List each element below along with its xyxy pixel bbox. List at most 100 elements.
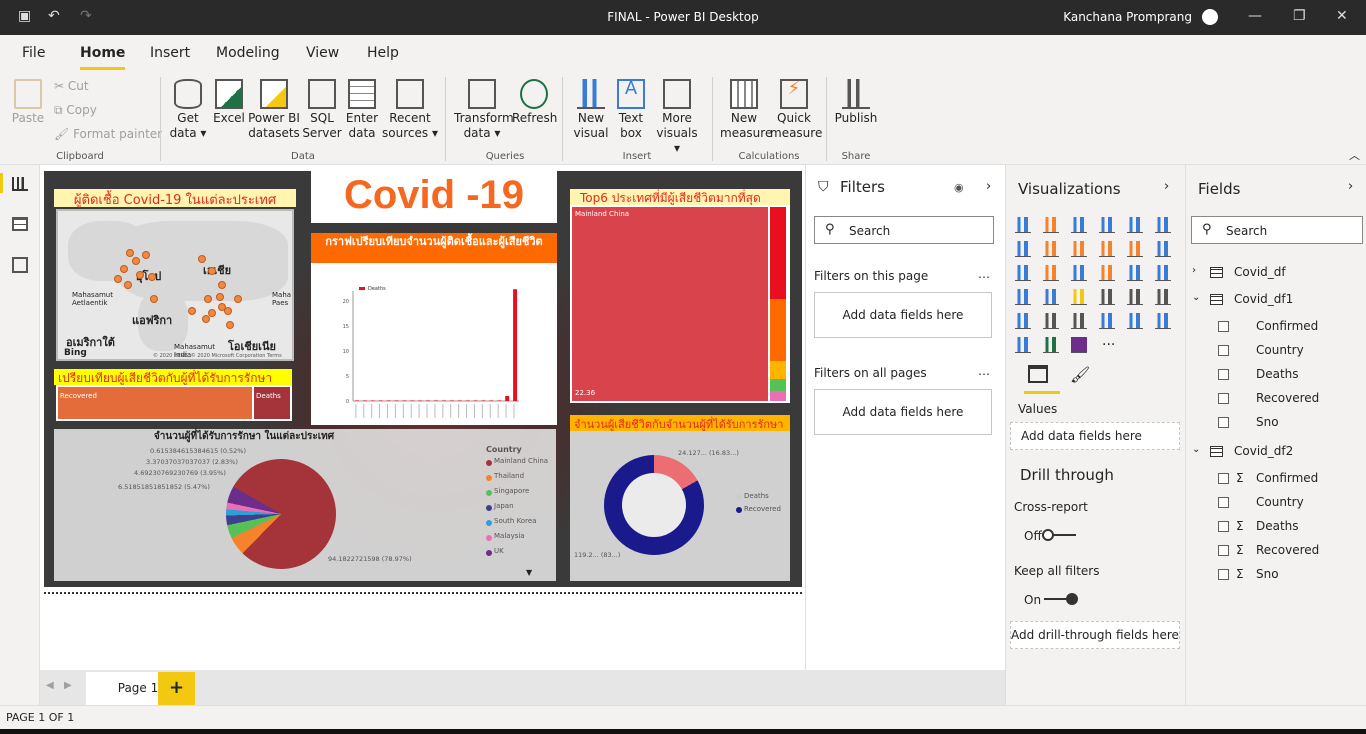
data-view-icon[interactable] — [12, 217, 28, 231]
quick-measure-button[interactable]: ⚡ Quick measure — [770, 79, 822, 141]
map-bubble[interactable] — [216, 293, 224, 301]
clustered-column-icon[interactable] — [1099, 217, 1115, 233]
line-chart-icon[interactable] — [1015, 241, 1031, 257]
more-options-icon[interactable]: … — [978, 364, 990, 378]
tab-insert[interactable]: Insert — [150, 45, 190, 61]
new-visual-button[interactable]: New visual — [572, 79, 610, 141]
values-drop-zone[interactable]: Add data fields here — [1010, 422, 1180, 450]
map-bubble[interactable] — [224, 307, 232, 315]
field-item[interactable]: Sno — [1256, 415, 1279, 429]
funnel-icon[interactable] — [1043, 265, 1059, 281]
pie-legend-item[interactable]: Thailand — [494, 472, 524, 480]
text-box-button[interactable]: A Text box — [614, 79, 648, 141]
model-view-icon[interactable] — [12, 257, 28, 273]
field-item[interactable]: Recovered — [1256, 391, 1319, 405]
cut-button[interactable]: ✂ Cut — [54, 79, 89, 94]
tab-help[interactable]: Help — [367, 45, 399, 61]
treemap-icon[interactable] — [1155, 265, 1171, 281]
table-icon[interactable] — [1043, 313, 1059, 329]
fields-search-input[interactable]: ⚲ Search — [1191, 216, 1363, 244]
collapse-fields-icon[interactable]: › — [1348, 179, 1353, 194]
map-bubble[interactable] — [234, 295, 242, 303]
map-bubble[interactable] — [202, 315, 210, 323]
donut-icon[interactable] — [1127, 265, 1143, 281]
field-checkbox[interactable] — [1218, 369, 1229, 380]
recent-sources-button[interactable]: Recent sources ▾ — [382, 79, 438, 141]
table-name[interactable]: Covid_df — [1234, 265, 1286, 279]
expand-icon[interactable]: › — [1192, 265, 1196, 276]
pie-legend-item[interactable]: Japan — [494, 502, 514, 510]
enter-data-button[interactable]: Enter data — [344, 79, 380, 141]
tab-file[interactable]: File — [22, 45, 45, 61]
field-item[interactable]: Confirmed — [1256, 319, 1318, 333]
publish-button[interactable]: Publish — [834, 79, 878, 126]
multirow-card-icon[interactable] — [1127, 289, 1143, 305]
map-bubble[interactable] — [204, 295, 212, 303]
tab-view[interactable]: View — [306, 45, 339, 61]
field-checkbox[interactable] — [1218, 321, 1229, 332]
scroll-down-icon[interactable]: ▼ — [526, 568, 532, 577]
stacked-column-icon[interactable] — [1043, 217, 1059, 233]
field-checkbox[interactable] — [1218, 473, 1229, 484]
eye-icon[interactable]: ◉ — [954, 181, 964, 194]
field-item[interactable]: Deaths — [1256, 519, 1299, 533]
kpi-icon[interactable] — [1155, 289, 1171, 305]
field-item[interactable]: Country — [1256, 495, 1304, 509]
map-bubble[interactable] — [132, 257, 140, 265]
donut-visual[interactable]: 24.127... (16.83...) 119.2... (83...) De… — [570, 431, 790, 581]
gauge-icon[interactable] — [1071, 289, 1087, 305]
map-bubble[interactable] — [114, 275, 122, 283]
close-icon[interactable]: ✕ — [1336, 8, 1348, 24]
excel-button[interactable]: Excel — [212, 79, 246, 126]
collapse-ribbon-icon[interactable]: ︿ — [1349, 147, 1360, 163]
next-page-icon[interactable]: ▶ — [64, 680, 72, 691]
field-checkbox[interactable] — [1218, 417, 1229, 428]
filled-map-icon[interactable] — [1043, 289, 1059, 305]
format-tab-icon[interactable]: 🖌 — [1070, 365, 1090, 384]
field-item[interactable]: Deaths — [1256, 367, 1299, 381]
pie-legend-item[interactable]: Singapore — [494, 487, 529, 495]
100-bar-icon[interactable] — [1127, 217, 1143, 233]
table-name[interactable]: Covid_df1 — [1234, 292, 1293, 306]
map-visual[interactable]: ยุโรป เอเชีย แอฟริกา อเมริกาใต้ โอเชียเน… — [56, 209, 294, 361]
all-pages-filter-drop-zone[interactable]: Add data fields here — [814, 389, 992, 435]
area-chart-icon[interactable] — [1043, 241, 1059, 257]
ribbon-chart-icon[interactable] — [1155, 241, 1171, 257]
pie-chart-visual[interactable]: จำนวนผู้ที่ได้รับการรักษา ในแต่ละประเทศ … — [54, 429, 556, 587]
format-painter-button[interactable]: 🖌 Format painter — [54, 127, 162, 142]
map-bubble[interactable] — [136, 271, 144, 279]
get-data-button[interactable]: Get data ▾ — [168, 79, 208, 141]
map-icon[interactable] — [1015, 289, 1031, 305]
map-bubble[interactable] — [198, 255, 206, 263]
keep-filters-toggle[interactable] — [1044, 593, 1078, 605]
qa-icon[interactable] — [1015, 337, 1031, 353]
copy-button[interactable]: ⧉ Copy — [54, 103, 97, 118]
expand-icon[interactable]: ⌄ — [1192, 444, 1200, 455]
paste-button[interactable]: Paste — [10, 79, 46, 126]
waterfall-icon[interactable] — [1015, 265, 1031, 281]
matrix-icon[interactable] — [1071, 313, 1087, 329]
field-checkbox[interactable] — [1218, 393, 1229, 404]
tab-home[interactable]: Home — [80, 45, 126, 70]
sql-server-button[interactable]: SQL Server — [302, 79, 342, 141]
clustered-bar-icon[interactable] — [1071, 217, 1087, 233]
pie-legend-item[interactable]: South Korea — [494, 517, 536, 525]
field-checkbox[interactable] — [1218, 497, 1229, 508]
map-bubble[interactable] — [148, 273, 156, 281]
more-visuals-icon[interactable]: ··· — [1102, 337, 1115, 353]
pbi-datasets-button[interactable]: Power BI datasets — [248, 79, 300, 141]
field-item[interactable]: Sno — [1256, 567, 1279, 581]
collapse-viz-icon[interactable]: › — [1164, 179, 1169, 194]
map-bubble[interactable] — [150, 295, 158, 303]
100-column-icon[interactable] — [1155, 217, 1171, 233]
map-bubble[interactable] — [226, 321, 234, 329]
map-bubble[interactable] — [218, 281, 226, 289]
add-page-button[interactable]: + — [158, 672, 195, 705]
fields-tab-icon[interactable] — [1028, 365, 1048, 383]
field-item[interactable]: Recovered — [1256, 543, 1319, 557]
line-clustered-icon[interactable] — [1127, 241, 1143, 257]
map-bubble[interactable] — [124, 281, 132, 289]
slicer-icon[interactable] — [1015, 313, 1031, 329]
bar-chart-visual[interactable]: 0 5 10 15 20 Deaths — [311, 263, 557, 425]
field-checkbox[interactable] — [1218, 521, 1229, 532]
